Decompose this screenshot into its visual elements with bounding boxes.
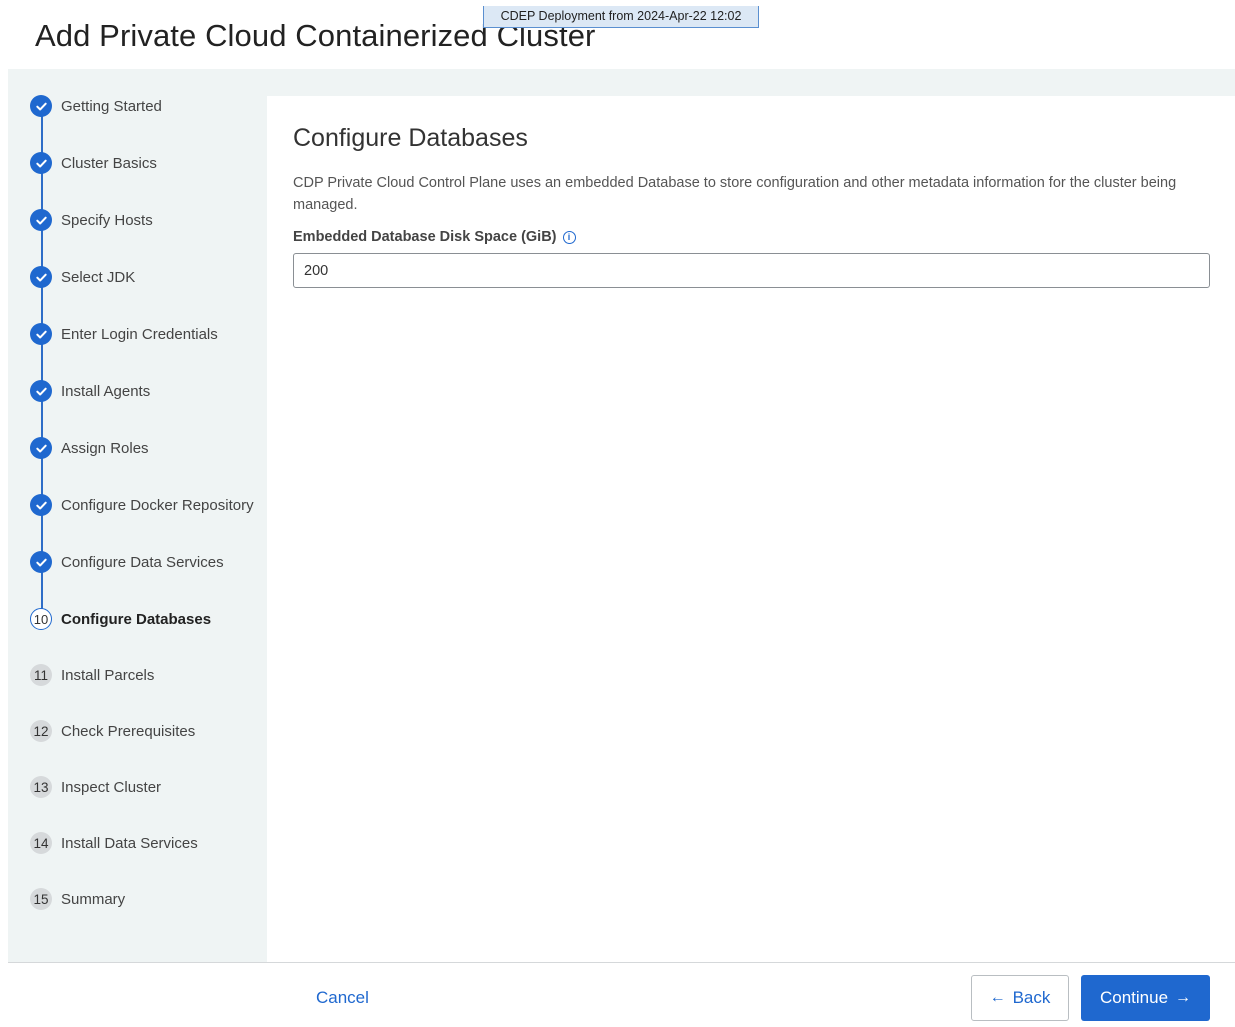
step-number-badge: 14 [30,832,52,854]
step-check-prerequisites: 12 Check Prerequisites [30,719,195,743]
step-configure-data-services[interactable]: Configure Data Services [30,550,224,574]
check-circle-icon [30,152,52,174]
deployment-banner: CDEP Deployment from 2024-Apr-22 12:02 [483,6,759,28]
disk-space-input[interactable] [293,253,1210,288]
step-install-agents[interactable]: Install Agents [30,379,150,403]
section-title: Configure Databases [293,124,528,152]
check-circle-icon [30,266,52,288]
continue-button[interactable]: Continue → [1081,975,1210,1021]
info-icon[interactable]: i [562,230,576,244]
step-configure-docker-repository[interactable]: Configure Docker Repository [30,493,254,517]
arrow-right-icon: → [1175,989,1192,1006]
back-button[interactable]: ← Back [971,975,1069,1021]
step-specify-hosts[interactable]: Specify Hosts [30,208,153,232]
step-label: Check Prerequisites [61,722,196,740]
step-label: Install Parcels [61,666,155,684]
check-circle-icon [30,494,52,516]
step-number-badge: 11 [30,664,52,686]
wizard-footer: Cancel ← Back Continue → [8,962,1235,1027]
back-button-label: Back [1012,988,1051,1007]
section-description: CDP Private Cloud Control Plane uses an … [293,175,1177,213]
check-circle-icon [30,95,52,117]
step-label: Install Agents [61,382,151,400]
step-configure-databases[interactable]: 10 Configure Databases [30,607,211,631]
step-label: Select JDK [61,268,136,286]
step-enter-login-credentials[interactable]: Enter Login Credentials [30,322,218,346]
step-label: Summary [61,890,126,908]
step-cluster-basics[interactable]: Cluster Basics [30,151,157,175]
step-content-panel: Configure Databases CDP Private Cloud Co… [267,96,1235,962]
wizard-steps: Getting Started Cluster Basics Specify H… [8,69,267,962]
arrow-left-icon: ← [989,989,1006,1006]
step-assign-roles[interactable]: Assign Roles [30,436,149,460]
step-label: Getting Started [61,97,162,115]
step-select-jdk[interactable]: Select JDK [30,265,135,289]
check-circle-icon [30,551,52,573]
step-number-badge: 13 [30,776,52,798]
step-summary: 15 Summary [30,887,125,911]
step-label: Install Data Services [61,834,198,852]
step-label: Cluster Basics [61,154,157,172]
step-label: Configure Docker Repository [61,496,254,514]
step-number-badge: 10 [30,608,52,630]
step-number-badge: 15 [30,888,52,910]
step-install-data-services: 14 Install Data Services [30,831,198,855]
check-circle-icon [30,323,52,345]
disk-space-label-text: Embedded Database Disk Space (GiB) [293,229,557,245]
step-label: Assign Roles [61,439,149,457]
check-circle-icon [30,380,52,402]
check-circle-icon [30,209,52,231]
step-label: Configure Data Services [61,553,224,571]
step-label: Enter Login Credentials [61,325,218,343]
step-install-parcels: 11 Install Parcels [30,663,154,687]
step-label: Inspect Cluster [61,778,162,796]
check-circle-icon [30,437,52,459]
continue-button-label: Continue [1099,988,1169,1007]
cancel-button[interactable]: Cancel [316,988,369,1008]
step-label: Specify Hosts [61,211,153,229]
step-getting-started[interactable]: Getting Started [30,94,162,118]
disk-space-field-label: Embedded Database Disk Space (GiB) i [293,229,576,245]
step-progress-line [41,106,43,618]
step-label: Configure Databases [61,610,212,628]
step-inspect-cluster: 13 Inspect Cluster [30,775,161,799]
step-number-badge: 12 [30,720,52,742]
